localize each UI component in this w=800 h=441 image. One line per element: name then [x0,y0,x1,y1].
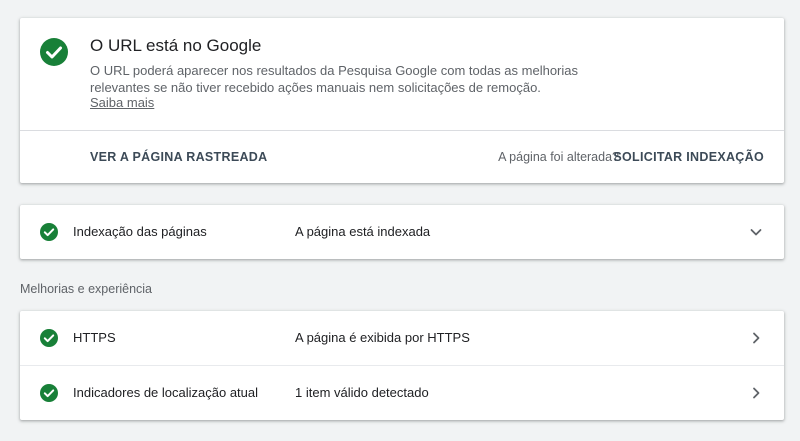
enhancement-row-https[interactable]: HTTPS A página é exibida por HTTPS [20,311,784,365]
row-status: A página está indexada [295,224,431,239]
check-circle-icon [40,384,58,402]
row-name: Indicadores de localização atual [73,385,259,400]
check-circle-icon [40,38,68,66]
request-indexing-button[interactable]: SOLICITAR INDEXAÇÃO [613,150,764,164]
check-circle-icon [40,329,58,347]
chevron-down-icon[interactable] [748,224,764,240]
enhancement-row-breadcrumbs[interactable]: Indicadores de localização atual 1 item … [20,366,784,420]
url-status-card: O URL está no Google O URL poderá aparec… [20,18,784,183]
page-changed-text: A página foi alterada? [498,150,619,164]
row-name: HTTPS [73,330,116,345]
row-status: A página é exibida por HTTPS [295,330,470,345]
check-circle-icon [40,223,58,241]
divider [20,130,784,131]
view-crawled-page-button[interactable]: VER A PÁGINA RASTREADA [90,150,267,164]
learn-more-link[interactable]: Saiba mais [90,94,154,111]
row-name: Indexação das páginas [73,224,207,239]
chevron-right-icon[interactable] [748,330,764,346]
page-indexing-row[interactable]: Indexação das páginas A página está inde… [20,205,784,259]
chevron-right-icon[interactable] [748,385,764,401]
status-title: O URL está no Google [90,36,262,55]
row-status: 1 item válido detectado [295,385,429,400]
status-description: O URL poderá aparecer nos resultados da … [90,63,579,95]
enhancements-card: HTTPS A página é exibida por HTTPS Indic… [20,311,784,420]
section-label: Melhorias e experiência [20,282,153,296]
page-indexing-card[interactable]: Indexação das páginas A página está inde… [20,205,784,259]
